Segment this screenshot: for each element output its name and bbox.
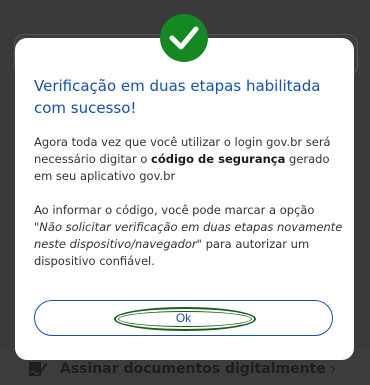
dialog-body: Agora toda vez que você utilizar o login…: [34, 134, 344, 270]
success-dialog: Verificação em duas etapas habilitada co…: [15, 38, 354, 360]
paragraph-2-text-before: Ao informar o código, você pode marcar a…: [34, 203, 315, 217]
chevron-right-icon: ›: [330, 359, 337, 378]
sign-document-icon: [28, 360, 48, 378]
dialog-title: Verificação em duas etapas habilitada co…: [34, 77, 321, 117]
background-row-label: Assinar documentos digitalmente: [60, 361, 326, 377]
security-code-emphasis: código de segurança: [151, 152, 286, 166]
dialog-paragraph-2: Ao informar o código, você pode marcar a…: [34, 202, 344, 270]
check-circle-icon: [160, 14, 208, 62]
ok-button[interactable]: Ok: [34, 300, 333, 336]
ok-button-label: Ok: [175, 311, 192, 325]
dialog-paragraph-1: Agora toda vez que você utilizar o login…: [34, 134, 344, 185]
